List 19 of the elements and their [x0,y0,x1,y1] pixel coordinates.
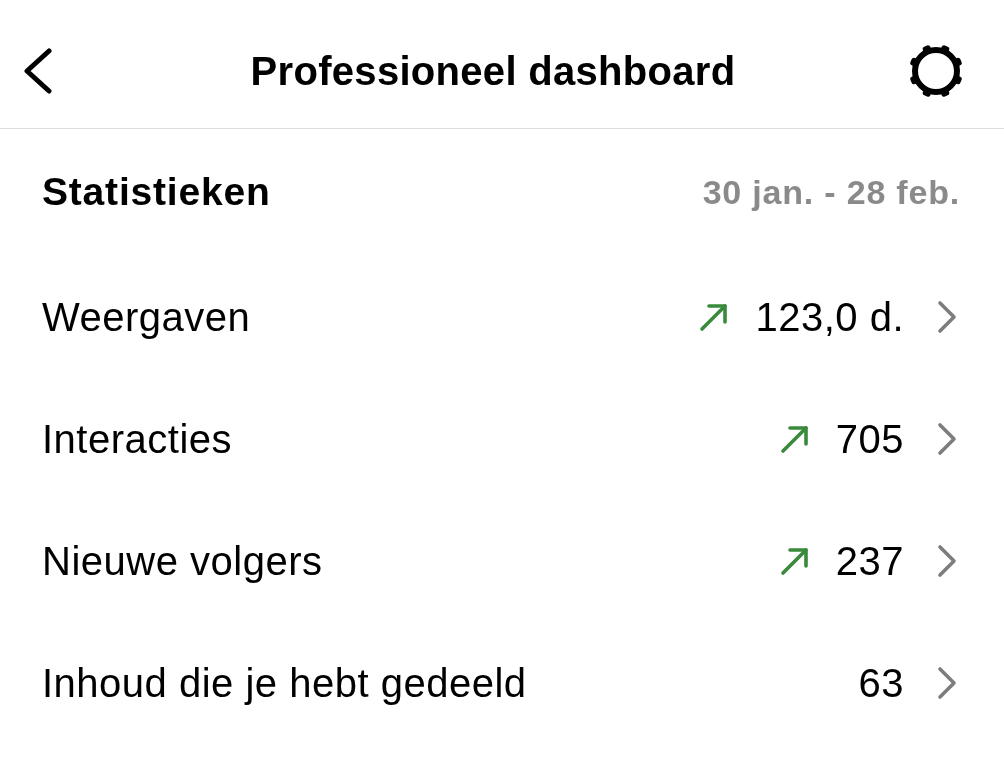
page-title: Professioneel dashboard [250,48,736,95]
stat-value: 237 [835,538,904,585]
settings-button[interactable] [908,43,964,99]
stat-label[interactable]: Nieuwe volgers [42,531,780,591]
stat-label[interactable]: Inhoud die je hebt gedeeld [42,653,833,713]
section-title: Statistieken [42,169,271,216]
chevron-right-icon[interactable] [937,300,957,334]
chevron-right-icon[interactable] [937,544,957,578]
date-range: 30 jan. - 28 feb. [702,172,960,213]
chevron-right-icon[interactable] [937,666,957,700]
stat-label[interactable]: Weergaven [42,287,700,347]
settings-icon [908,43,964,99]
stat-label[interactable]: Interacties [42,409,780,469]
back-button[interactable] [22,48,54,94]
chevron-right-icon[interactable] [937,422,957,456]
back-chevron-icon [22,48,54,94]
stat-value: 705 [835,416,904,463]
stat-value: 123,0 d. [755,294,904,341]
stat-value: 63 [858,660,904,707]
